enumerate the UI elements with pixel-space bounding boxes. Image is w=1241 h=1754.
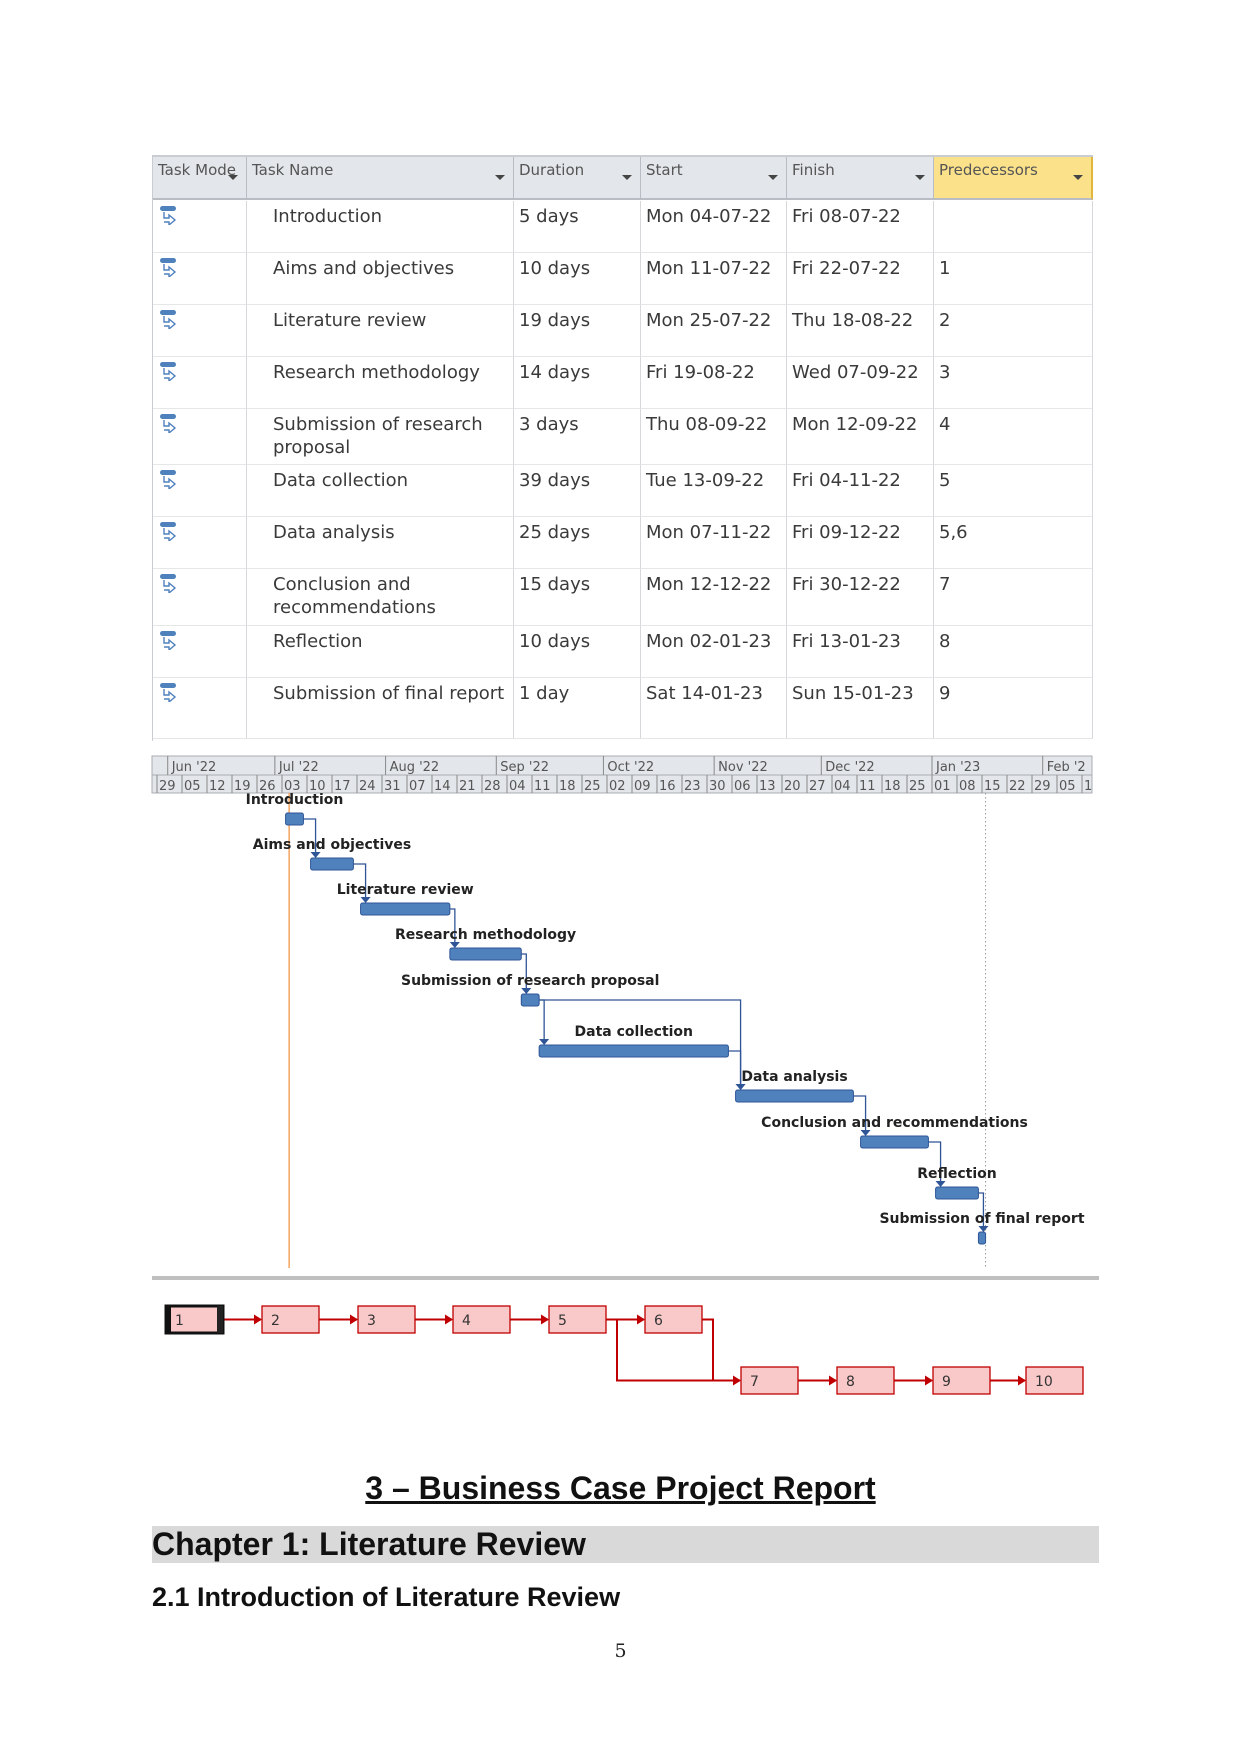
network-node-label: 10 [1035,1374,1053,1390]
network-arrow-icon [445,1314,453,1325]
week-label: 08 [959,779,976,794]
week-label: 07 [409,779,426,794]
section-heading: 2.1 Introduction of Literature Review [152,1582,621,1612]
task-bar-label: Data collection [575,1024,693,1040]
task-bar-label: Research methodology [395,927,576,943]
week-label: 06 [734,779,751,794]
week-label: 30 [709,779,726,794]
task-bar-label: Introduction [246,792,344,808]
week-label: 04 [509,779,526,794]
week-label: 12 [209,779,226,794]
month-label: Nov '22 [718,760,768,775]
dependency-link [539,999,545,1039]
dependency-link [539,999,742,1084]
week-label: 11 [534,779,551,794]
week-label: 01 [934,779,951,794]
month-label: Jul '22 [278,760,319,775]
network-node-label: 3 [367,1313,376,1329]
week-label: 15 [984,779,1001,794]
page-number: 5 [614,1640,627,1662]
week-label: 02 [609,779,626,794]
week-label: 18 [559,779,576,794]
week-label: 09 [634,779,651,794]
week-label: 13 [759,779,776,794]
week-label: 04 [834,779,851,794]
network-node-label: 6 [654,1313,663,1329]
task-bar [735,1089,854,1103]
network-arrow-icon [925,1375,933,1386]
network-node-label: 9 [942,1374,951,1390]
week-label: 05 [184,779,201,794]
week-label: 25 [909,779,926,794]
chapter-heading: Chapter 1: Literature Review [152,1526,1099,1563]
pane-divider [152,1276,1099,1280]
week-label: 29 [1034,779,1051,794]
month-label: Jun '22 [171,760,217,775]
week-label: 29 [159,779,176,794]
week-label: 1 [1084,779,1092,794]
week-label: 05 [1059,779,1076,794]
task-bar-label: Conclusion and recommendations [761,1115,1028,1131]
task-bar [538,1044,729,1058]
week-label: 22 [1009,779,1026,794]
document-title: 3 – Business Case Project Report [365,1470,876,1506]
network-arrow-icon [541,1314,549,1325]
task-bar-label: Literature review [337,882,474,898]
network-node-label: 1 [175,1313,184,1329]
task-bar [310,857,354,871]
month-label: Oct '22 [607,760,654,775]
network-link [702,1318,740,1382]
network-arrow-icon [350,1314,358,1325]
task-bar-label: Data analysis [741,1069,847,1085]
task-bar-label: Reflection [917,1166,997,1182]
task-bar [860,1135,929,1149]
week-label: 27 [809,779,826,794]
network-node-label: 8 [846,1374,855,1390]
task-bar [449,947,522,961]
week-label: 16 [659,779,676,794]
network-arrow-icon [829,1375,837,1386]
task-bar [977,1231,987,1245]
month-label: Sep '22 [500,760,549,775]
dependency-link [728,1050,742,1084]
network-arrow-icon [1018,1375,1026,1386]
week-label: 18 [884,779,901,794]
month-label: Feb '2 [1047,760,1086,775]
selection-marker [166,1306,171,1333]
network-node-label: 7 [750,1374,759,1390]
task-bar [935,1186,979,1200]
selection-marker [217,1306,223,1333]
month-label: Jan '23 [935,760,980,775]
month-label: Dec '22 [825,760,874,775]
week-label: 31 [384,779,401,794]
week-label: 20 [784,779,801,794]
week-label: 11 [859,779,876,794]
week-label: 25 [584,779,601,794]
week-label: 21 [459,779,476,794]
task-bar-label: Aims and objectives [253,837,411,853]
task-bar [285,812,304,826]
dependency-arrow-icon [539,1039,550,1045]
task-bar [520,993,540,1007]
task-bar-label: Submission of final report [879,1211,1084,1227]
network-node-label: 5 [558,1313,567,1329]
network-node-label: 2 [271,1313,280,1329]
task-bar-label: Submission of research proposal [401,973,659,989]
week-label: 23 [684,779,701,794]
network-arrow-icon [254,1314,262,1325]
network-arrow-icon [733,1375,741,1386]
week-label: 28 [484,779,501,794]
month-label: Aug '22 [390,760,440,775]
week-label: 24 [359,779,376,794]
task-bar [360,902,451,916]
network-arrow-icon [637,1314,645,1325]
week-label: 14 [434,779,451,794]
network-node-label: 4 [462,1313,471,1329]
